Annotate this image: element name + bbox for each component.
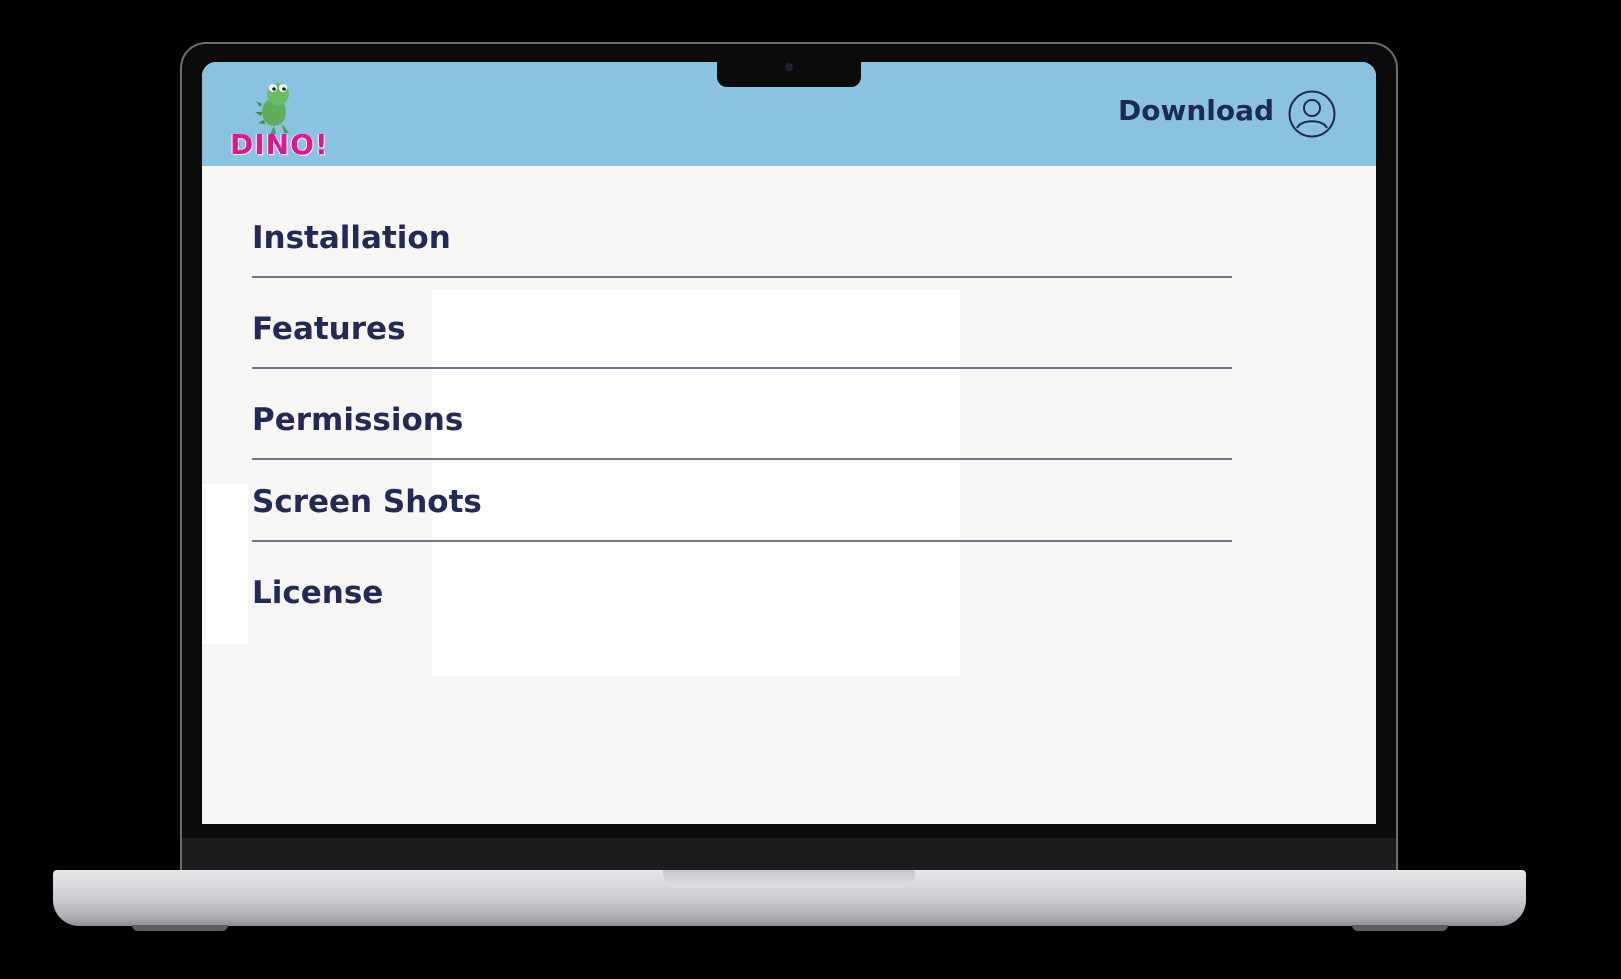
account-button[interactable] — [1288, 90, 1336, 138]
laptop-foot — [1352, 925, 1448, 931]
menu-divider — [252, 367, 1232, 369]
menu-item-label: Features — [252, 311, 406, 347]
menu-divider — [252, 540, 1232, 542]
laptop-mockup: DINO! Download Installation Features Per… — [0, 0, 1621, 979]
menu-item-label: Screen Shots — [252, 484, 482, 520]
menu-divider — [252, 276, 1232, 278]
laptop-bezel-bottom — [182, 838, 1396, 872]
content-background-patch — [432, 290, 960, 676]
menu-item-label: License — [252, 575, 384, 611]
logo-text: DINO! — [230, 128, 329, 161]
laptop-foot — [132, 925, 228, 931]
download-link[interactable]: Download — [1118, 94, 1274, 127]
user-circle-icon — [1288, 90, 1336, 138]
menu-item-label: Permissions — [252, 402, 464, 438]
content-background-patch — [202, 484, 248, 644]
app-screen: DINO! Download Installation Features Per… — [202, 62, 1376, 824]
laptop-opening-lip — [663, 870, 915, 888]
camera-icon — [785, 63, 793, 71]
dino-logo[interactable]: DINO! — [226, 74, 328, 161]
menu-item-label: Installation — [252, 220, 451, 256]
menu-divider — [252, 458, 1232, 460]
